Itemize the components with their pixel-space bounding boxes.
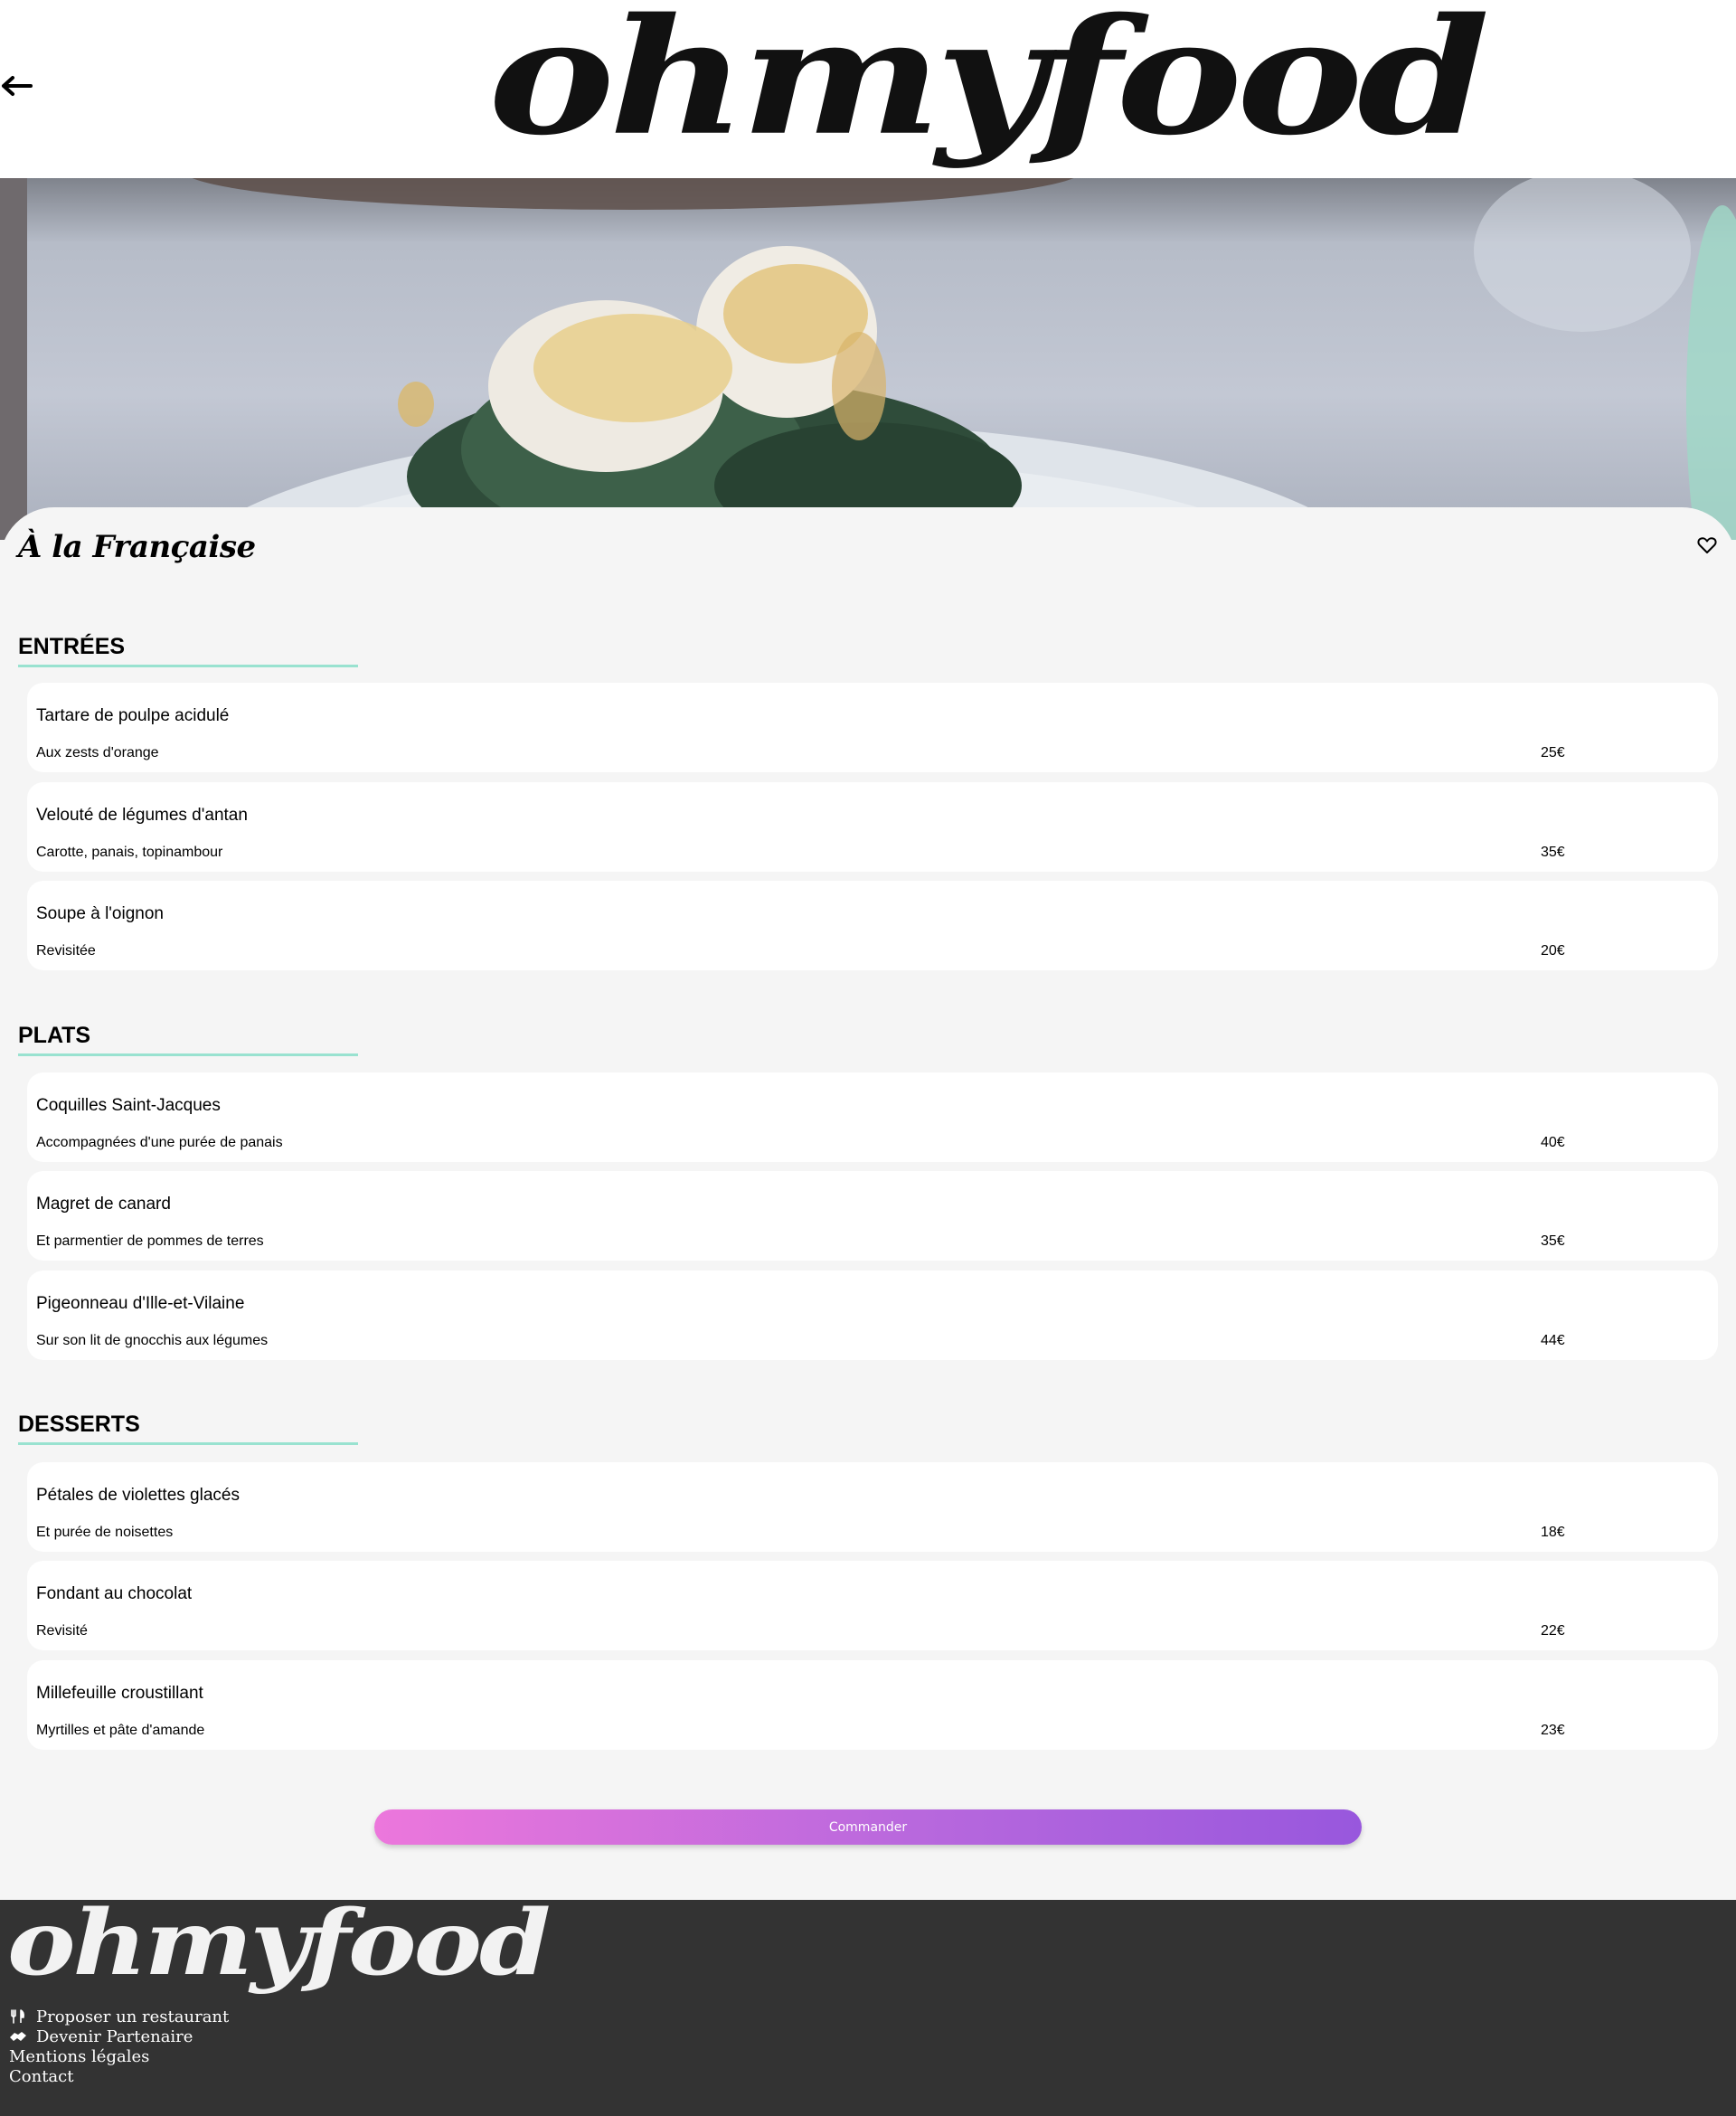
dish-description: Revisitée [36,943,96,959]
footer-link-label: Mentions légales [9,2046,150,2066]
dish-description: Aux zests d'orange [36,745,159,760]
dish-price: 18€ [1541,1525,1565,1540]
restaurant-hero-image [0,178,1736,540]
dish-card[interactable]: Coquilles Saint-Jacques Accompagnées d'u… [27,1072,1718,1162]
dish-name: Millefeuille croustillant [36,1684,203,1703]
section-underline [18,665,358,667]
dish-card[interactable]: Tartare de poulpe acidulé Aux zests d'or… [27,683,1718,772]
back-button[interactable] [0,68,36,104]
dish-name: Magret de canard [36,1195,171,1214]
menu-sheet: À la Française ENTRÉES Tartare de poulpe… [0,507,1736,1900]
arrow-left-icon [2,76,33,96]
dish-card[interactable]: Pétales de violettes glacés Et purée de … [27,1462,1718,1552]
handshake-icon [10,2032,26,2041]
footer-link-become-partner[interactable]: Devenir Partenaire [9,2026,229,2046]
dish-price: 23€ [1541,1723,1565,1738]
order-button[interactable]: Commander [374,1809,1362,1845]
dish-description: Carotte, panais, topinambour [36,845,223,860]
dish-card[interactable]: Magret de canard Et parmentier de pommes… [27,1171,1718,1261]
dish-card[interactable]: Pigeonneau d'Ille-et-Vilaine Sur son lit… [27,1271,1718,1360]
dish-name: Pétales de violettes glacés [36,1486,240,1505]
dish-card[interactable]: Soupe à l'oignon Revisitée 20€ [27,881,1718,970]
dish-description: Myrtilles et pâte d'amande [36,1723,205,1738]
dish-description: Accompagnées d'une purée de panais [36,1135,283,1150]
utensils-icon [11,2009,24,2024]
section-title: DESSERTS [18,1412,140,1437]
dish-name: Soupe à l'oignon [36,904,164,923]
site-footer: ohmyfood Proposer un restaurant Devenir … [0,1898,1736,2116]
footer-link-legal[interactable]: Mentions légales [9,2046,229,2066]
dish-card[interactable]: Millefeuille croustillant Myrtilles et p… [27,1660,1718,1750]
section-underline [18,1053,358,1056]
dish-name: Coquilles Saint-Jacques [36,1096,221,1115]
footer-link-contact[interactable]: Contact [9,2066,229,2086]
dish-name: Velouté de légumes d'antan [36,806,248,825]
footer-links: Proposer un restaurant Devenir Partenair… [9,2007,229,2086]
footer-link-label: Contact [9,2066,74,2086]
section-title: ENTRÉES [18,634,126,659]
dish-price: 25€ [1541,745,1565,760]
dish-name: Tartare de poulpe acidulé [36,706,230,725]
footer-logo[interactable]: ohmyfood [7,1898,551,1988]
dish-description: Sur son lit de gnocchis aux légumes [36,1333,269,1348]
site-header: ohmyfood [0,0,1736,178]
dish-price: 22€ [1541,1623,1565,1639]
section-underline [18,1442,358,1445]
dish-price: 35€ [1541,845,1565,860]
footer-link-label: Proposer un restaurant [36,2007,230,2026]
dish-description: Et parmentier de pommes de terres [36,1233,264,1249]
dish-name: Pigeonneau d'Ille-et-Vilaine [36,1294,245,1313]
dish-card[interactable]: Velouté de légumes d'antan Carotte, pana… [27,782,1718,872]
dish-description: Revisité [36,1623,88,1639]
dish-price: 20€ [1541,943,1565,959]
site-logo[interactable]: ohmyfood [488,0,1490,160]
heart-outline-icon [1697,537,1717,553]
section-title: PLATS [18,1023,91,1048]
restaurant-name: À la Française [18,529,256,565]
dish-description: Et purée de noisettes [36,1525,174,1540]
dish-price: 40€ [1541,1135,1565,1150]
like-button[interactable] [1696,534,1718,556]
dish-price: 44€ [1541,1333,1565,1348]
dish-price: 35€ [1541,1233,1565,1249]
dish-name: Fondant au chocolat [36,1584,193,1603]
dish-card[interactable]: Fondant au chocolat Revisité 22€ [27,1561,1718,1650]
footer-link-propose-restaurant[interactable]: Proposer un restaurant [9,2007,229,2026]
footer-link-label: Devenir Partenaire [36,2026,193,2046]
